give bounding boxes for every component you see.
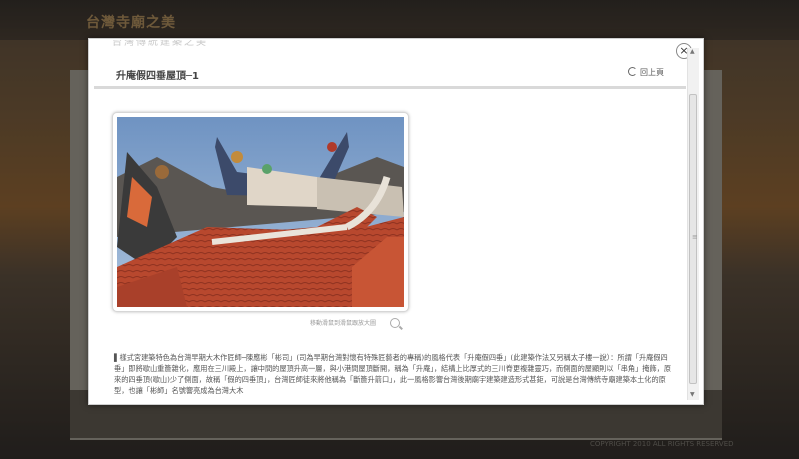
- back-arrow-icon: [628, 67, 637, 76]
- scroll-up-icon[interactable]: ▲: [690, 48, 695, 55]
- scrollbar-thumb[interactable]: ≡: [689, 94, 698, 384]
- temple-roof-photo[interactable]: [117, 117, 404, 307]
- vertical-scrollbar[interactable]: ▲ ≡ ▼: [687, 48, 699, 400]
- back-label: 回上頁: [640, 68, 664, 77]
- scroll-down-icon[interactable]: ▼: [690, 391, 695, 398]
- back-link[interactable]: 回上頁: [628, 67, 664, 78]
- modal-content: 升庵假四垂屋頂─1 回上頁 移動滑鼠到滑鼠跟放大圖 ▌樣式宮建築特色為台灣早期大…: [94, 46, 686, 396]
- page-title: 升庵假四垂屋頂─1: [116, 71, 199, 82]
- grip-icon: ≡: [692, 233, 698, 241]
- zoom-icon[interactable]: [390, 318, 400, 328]
- photo-frame: [112, 112, 409, 312]
- enlarge-hint: 移動滑鼠到滑鼠跟放大圖: [310, 320, 377, 327]
- description-text: ▌樣式宮建築特色為台灣早期大木作匠師─陳應彬「彬司」(司為早期台灣對懷有特殊匠藝…: [114, 353, 672, 396]
- title-bar: 升庵假四垂屋頂─1 回上頁: [94, 62, 686, 89]
